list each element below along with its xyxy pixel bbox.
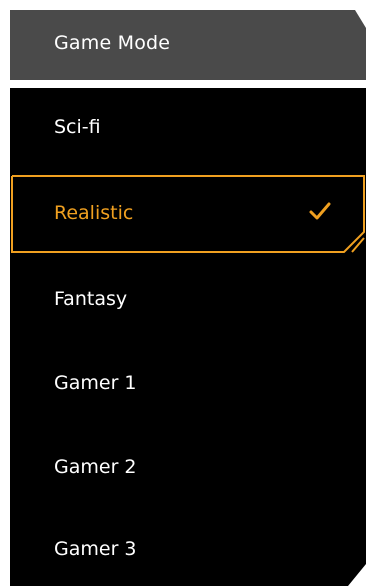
menu-item-label: Gamer 2 (54, 456, 137, 478)
page-title: Game Mode (54, 32, 171, 54)
menu-item-sci-fi[interactable]: Sci-fi (10, 88, 366, 168)
game-mode-list: Sci-fi Realistic Fantasy Gamer 1 Gamer 2… (10, 88, 366, 586)
menu-item-gamer-3[interactable]: Gamer 3 (10, 510, 366, 586)
menu-item-label: Gamer 1 (54, 372, 137, 394)
menu-item-gamer-1[interactable]: Gamer 1 (10, 344, 366, 424)
menu-item-label: Fantasy (54, 288, 128, 310)
menu-header: Game Mode (10, 10, 366, 80)
menu-item-label: Gamer 3 (54, 538, 137, 560)
game-mode-osd: Game Mode Sci-fi Realistic Fantasy Gamer… (0, 0, 366, 586)
checkmark-icon (309, 202, 331, 220)
menu-item-fantasy[interactable]: Fantasy (10, 260, 366, 340)
menu-item-gamer-2[interactable]: Gamer 2 (10, 428, 366, 508)
menu-item-label: Realistic (54, 202, 134, 224)
menu-item-label: Sci-fi (54, 116, 101, 138)
menu-item-realistic[interactable]: Realistic (10, 174, 366, 254)
